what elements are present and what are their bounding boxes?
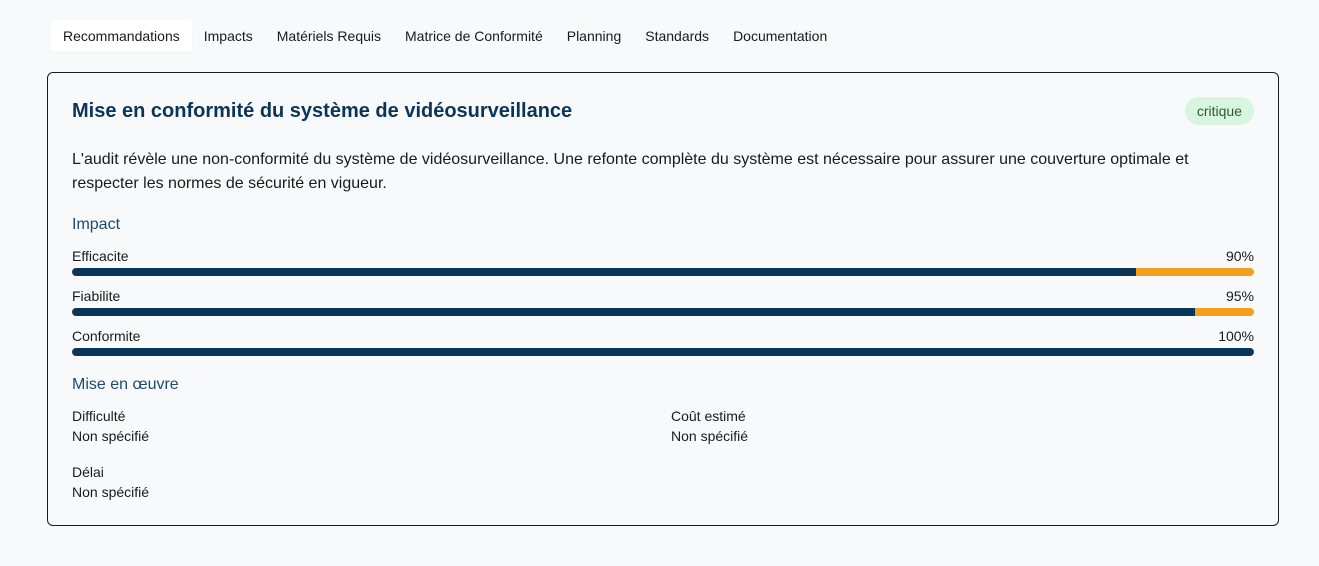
metric-value: 100%: [1218, 328, 1254, 344]
cost-field: Coût estimé Non spécifié: [671, 406, 748, 446]
card-title: Mise en conformité du système de vidéosu…: [72, 100, 573, 122]
tab-recommandations[interactable]: Recommandations: [51, 20, 192, 52]
cost-label: Coût estimé: [671, 408, 746, 424]
delay-label: Délai: [72, 464, 104, 480]
progress-fill: [72, 308, 1195, 316]
metric-label: Fiabilite: [72, 288, 121, 304]
tab-impacts[interactable]: Impacts: [192, 20, 265, 52]
tab-bar: Recommandations Impacts Matériels Requis…: [51, 20, 839, 52]
recommendation-card: Mise en conformité du système de vidéosu…: [47, 72, 1279, 526]
metric-efficacite: Efficacite 90%: [72, 248, 1254, 276]
severity-badge: critique: [1184, 97, 1254, 125]
difficulty-label: Difficulté: [72, 408, 126, 424]
progress-fill: [72, 268, 1136, 276]
progress-fill: [72, 348, 1254, 356]
tab-documentation[interactable]: Documentation: [721, 20, 839, 52]
progress-bar: [72, 268, 1254, 276]
tab-planning[interactable]: Planning: [555, 20, 634, 52]
metric-label: Conformite: [72, 328, 141, 344]
tab-standards[interactable]: Standards: [633, 20, 721, 52]
metric-label: Efficacite: [72, 248, 129, 264]
difficulty-field: Difficulté Non spécifié: [72, 406, 149, 446]
delay-field: Délai Non spécifié: [72, 462, 149, 502]
tab-matrice-conformite[interactable]: Matrice de Conformité: [393, 20, 555, 52]
impact-section-title: Impact: [72, 216, 121, 233]
difficulty-value: Non spécifié: [72, 428, 150, 444]
metric-value: 95%: [1225, 288, 1254, 304]
metric-fiabilite: Fiabilite 95%: [72, 288, 1254, 316]
delay-value: Non spécifié: [72, 484, 150, 500]
progress-bar: [72, 348, 1254, 356]
card-description: L'audit révèle une non-conformité du sys…: [72, 151, 1189, 192]
progress-bar: [72, 308, 1254, 316]
metric-conformite: Conformite 100%: [72, 328, 1254, 356]
implementation-section-title: Mise en œuvre: [72, 376, 179, 393]
cost-value: Non spécifié: [671, 428, 749, 444]
tab-materiels-requis[interactable]: Matériels Requis: [265, 20, 393, 52]
metric-value: 90%: [1225, 248, 1254, 264]
